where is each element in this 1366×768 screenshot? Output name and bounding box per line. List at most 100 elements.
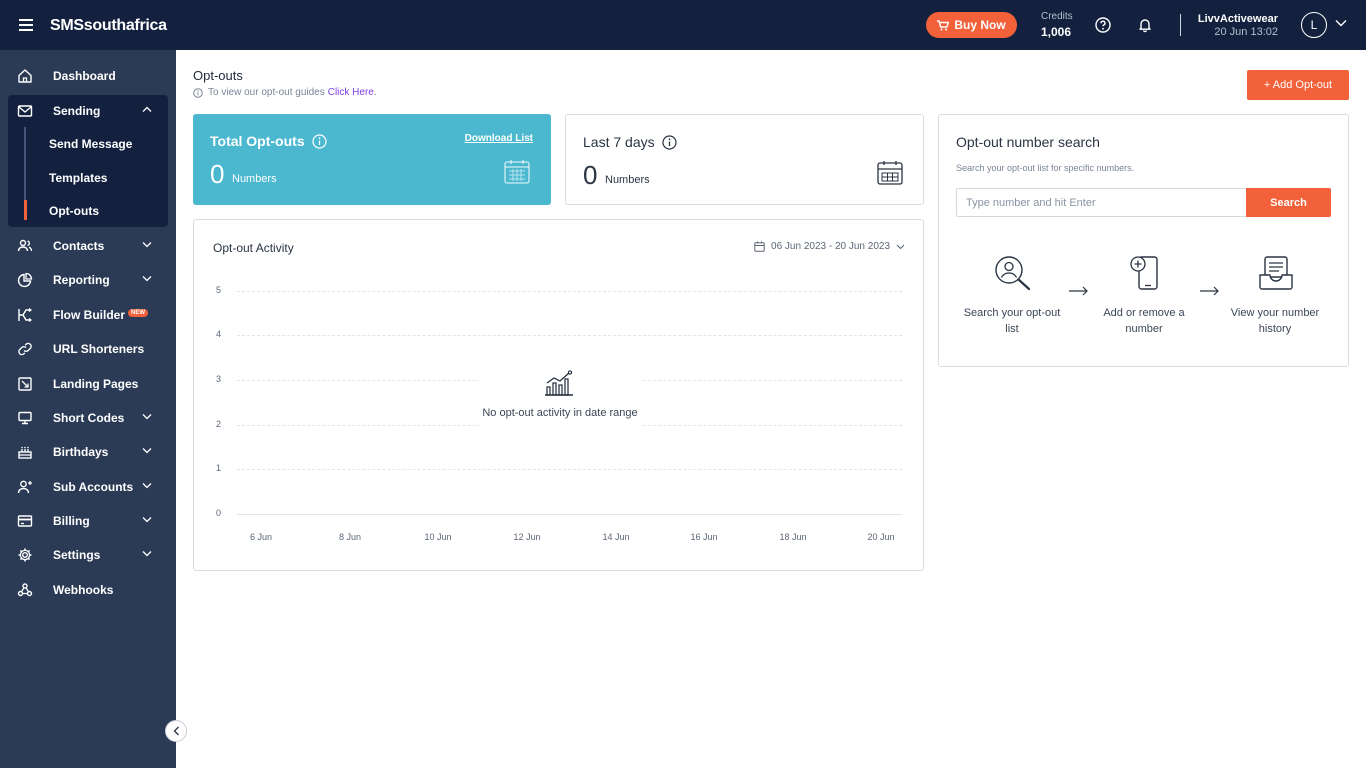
credits-value: 1,006 xyxy=(1041,25,1072,39)
total-opt-outs-unit: Numbers xyxy=(232,173,277,185)
sidebar-item-settings[interactable]: Settings xyxy=(8,540,168,570)
arrow-right-icon xyxy=(1200,286,1219,296)
empty-state: No opt-out activity in date range xyxy=(479,368,641,442)
cake-icon xyxy=(18,446,32,459)
account-info[interactable]: LivvActivewear 20 Jun 13:02 xyxy=(1198,13,1278,38)
link-icon xyxy=(18,342,32,356)
add-opt-out-button[interactable]: + Add Opt-out xyxy=(1247,70,1349,100)
add-user-icon xyxy=(17,480,32,494)
last-7-days-card: Last 7 days 0 Numbers xyxy=(565,114,924,205)
sidebar-item-label: Contacts xyxy=(53,239,105,253)
step-history-label: View your number history xyxy=(1230,307,1320,335)
sidebar-item-label: Settings xyxy=(53,548,101,562)
card-icon xyxy=(17,515,33,527)
flow-icon xyxy=(18,308,32,322)
y-tick-label: 1 xyxy=(216,463,222,473)
sidebar-item-flow-builder[interactable]: Flow Builder NEW xyxy=(8,300,168,330)
sidebar-item-webhooks[interactable]: Webhooks xyxy=(8,575,168,605)
gear-icon xyxy=(18,548,32,562)
sidebar-item-opt-outs[interactable]: Opt-outs xyxy=(49,204,99,218)
y-tick-label: 0 xyxy=(216,508,222,518)
sidebar-item-sub-accounts[interactable]: Sub Accounts xyxy=(8,472,168,502)
sidebar-item-templates[interactable]: Templates xyxy=(49,171,107,185)
menu-icon[interactable] xyxy=(19,19,33,31)
credits-label: Credits xyxy=(1041,11,1073,22)
x-tick-label: 16 Jun xyxy=(690,532,718,542)
sidebar-item-reporting[interactable]: Reporting xyxy=(8,265,168,295)
last-7-days-unit: Numbers xyxy=(605,174,650,186)
sidebar-item-url-shorteners[interactable]: URL Shorteners xyxy=(8,334,168,364)
y-tick-label: 4 xyxy=(216,329,222,339)
page-hint: To view our opt-out guides Click Here. xyxy=(193,87,377,98)
contacts-icon xyxy=(17,239,33,252)
account-time: 20 Jun 13:02 xyxy=(1214,26,1278,38)
date-range-picker[interactable]: 06 Jun 2023 - 20 Jun 2023 xyxy=(754,241,905,252)
step-search-label: Search your opt-out list xyxy=(963,307,1061,335)
sidebar-item-label: URL Shorteners xyxy=(53,342,145,356)
chevron-up-icon xyxy=(142,106,152,112)
search-button[interactable]: Search xyxy=(1246,188,1331,217)
chevron-down-icon[interactable] xyxy=(1335,19,1347,27)
inbox-history-icon xyxy=(1259,256,1293,290)
topbar-divider xyxy=(1180,14,1181,36)
date-range-text: 06 Jun 2023 - 20 Jun 2023 xyxy=(771,241,890,252)
sidebar-item-label: Webhooks xyxy=(53,583,114,597)
help-icon[interactable] xyxy=(1095,17,1111,33)
y-tick-label: 2 xyxy=(216,419,222,429)
magnifier-user-icon xyxy=(995,256,1031,291)
sidebar-item-billing[interactable]: Billing xyxy=(8,506,168,536)
sidebar-item-label: Reporting xyxy=(53,273,110,287)
sidebar-item-label: Birthdays xyxy=(53,445,109,459)
top-bar: SMSsouthafrica Buy Now Credits 1,006 Liv… xyxy=(0,0,1366,50)
info-icon[interactable] xyxy=(312,133,327,149)
bell-icon[interactable] xyxy=(1137,17,1153,33)
x-tick-label: 20 Jun xyxy=(867,532,895,542)
last-7-days-value: 0 xyxy=(583,160,598,190)
collapse-sidebar-button[interactable] xyxy=(165,720,187,742)
sidebar-item-contacts[interactable]: Contacts xyxy=(8,231,168,261)
total-opt-outs-card: Total Opt-outs Download List 0 Numbers xyxy=(193,114,551,205)
gridline xyxy=(237,291,902,292)
phone-add-icon xyxy=(1130,256,1158,290)
flow-builder-label: Flow Builder xyxy=(53,308,125,322)
sidebar-item-birthdays[interactable]: Birthdays xyxy=(8,437,168,467)
avatar[interactable]: L xyxy=(1301,12,1327,38)
home-icon xyxy=(18,69,32,83)
chevron-down-icon xyxy=(142,448,152,454)
buy-now-button[interactable]: Buy Now xyxy=(926,12,1017,38)
chevron-down-icon xyxy=(142,414,152,420)
new-badge: NEW xyxy=(128,309,148,317)
arrow-right-icon xyxy=(1069,286,1088,296)
x-tick-label: 18 Jun xyxy=(779,532,807,542)
chevron-down-icon xyxy=(142,517,152,523)
hint-link[interactable]: Click Here xyxy=(328,87,374,98)
brand-logo[interactable]: SMSsouthafrica xyxy=(50,17,167,35)
sidebar-item-sending[interactable]: Sending xyxy=(8,96,168,126)
x-tick-label: 10 Jun xyxy=(424,532,452,542)
x-axis-line xyxy=(237,514,902,515)
total-title-label: Total Opt-outs xyxy=(210,133,305,149)
empty-message: No opt-out activity in date range xyxy=(482,407,638,419)
mail-icon xyxy=(17,105,33,117)
sidebar-item-landing-pages[interactable]: Landing Pages xyxy=(8,369,168,399)
calendar-icon xyxy=(754,241,765,252)
number-search-input[interactable] xyxy=(956,188,1247,217)
download-list-link[interactable]: Download List xyxy=(465,133,533,144)
sidebar-item-short-codes[interactable]: Short Codes xyxy=(8,403,168,433)
sidebar-item-dashboard[interactable]: Dashboard xyxy=(8,61,168,91)
page-title: Opt-outs xyxy=(193,68,243,83)
sidebar-item-label: Short Codes xyxy=(53,411,125,425)
sidebar: Dashboard Sending Send Message Templates… xyxy=(0,50,176,768)
info-icon[interactable] xyxy=(662,134,677,150)
sidebar-item-label: Flow Builder NEW xyxy=(53,308,148,322)
calendar-icon xyxy=(504,160,530,184)
chevron-down-icon xyxy=(142,242,152,248)
sidebar-item-label: Sending xyxy=(53,104,101,118)
info-icon xyxy=(193,87,203,98)
sidebar-item-label: Dashboard xyxy=(53,69,116,83)
chevron-down-icon xyxy=(142,276,152,282)
total-opt-outs-title: Total Opt-outs xyxy=(210,133,327,149)
sidebar-item-send-message[interactable]: Send Message xyxy=(49,137,132,151)
active-indicator xyxy=(24,200,27,220)
x-tick-label: 8 Jun xyxy=(338,532,362,542)
